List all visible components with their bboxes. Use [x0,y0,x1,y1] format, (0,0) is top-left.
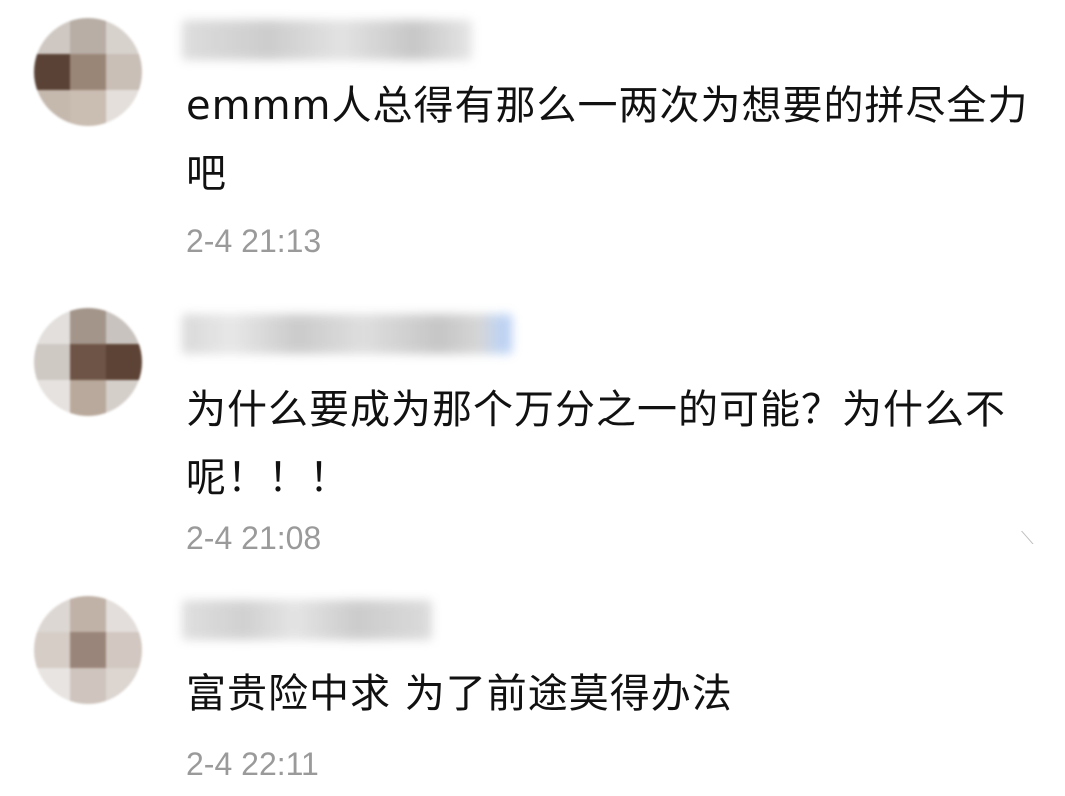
comment-time: 2-4 22:11 [186,746,319,782]
comment-time: 2-4 21:08 [186,520,322,556]
username[interactable] [182,314,512,354]
username[interactable] [182,20,472,60]
comment-text: emmm人总得有那么一两次为想要的拼尽全力吧 [186,83,1029,197]
resize-corner-icon: ⟍ [1021,528,1034,549]
comment-text: 为什么要成为那个万分之一的可能？为什么不呢！！！ [186,387,1006,501]
comment-text: 富贵险中求 为了前途莫得办法 [186,671,733,717]
avatar[interactable] [34,308,142,416]
username[interactable] [182,600,432,640]
comment-time: 2-4 21:13 [186,223,322,259]
avatar[interactable] [34,18,142,126]
avatar[interactable] [34,596,142,704]
